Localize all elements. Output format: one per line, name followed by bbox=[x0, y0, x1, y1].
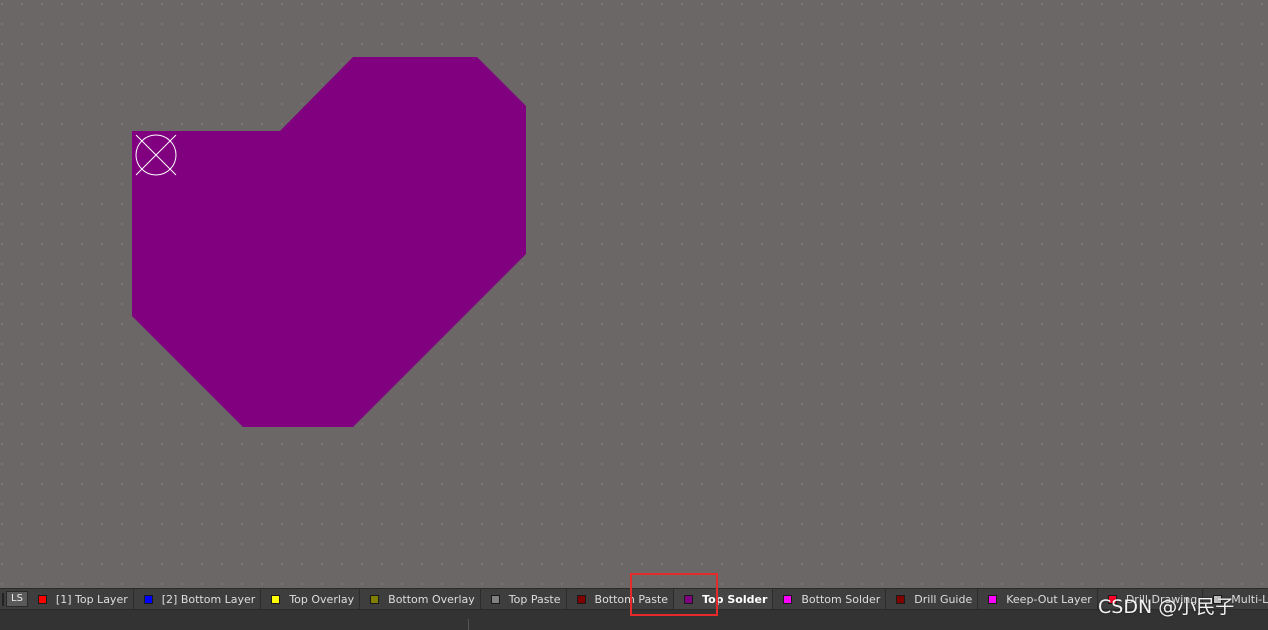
current-layer-color-swatch[interactable] bbox=[2, 592, 4, 606]
layer-color-swatch bbox=[783, 594, 793, 604]
pcb-canvas[interactable] bbox=[0, 0, 1268, 588]
layer-color-swatch bbox=[490, 594, 500, 604]
watermark: CSDN @小民子 bbox=[1098, 596, 1235, 618]
layer-tab-label: Bottom Paste bbox=[594, 592, 669, 606]
layer-tab-label: Keep-Out Layer bbox=[1006, 592, 1092, 606]
status-strip bbox=[0, 609, 1268, 630]
layer-color-swatch bbox=[143, 594, 153, 604]
layer-tab-2-bottom-layer[interactable]: [2] Bottom Layer bbox=[134, 589, 262, 609]
layer-tabs: [1] Top Layer [2] Bottom Layer Top Overlay… bbox=[28, 589, 1268, 609]
layer-tab-bottom-overlay[interactable]: Bottom Overlay bbox=[360, 589, 481, 609]
layer-tab-top-overlay[interactable]: Top Overlay bbox=[261, 589, 361, 609]
layer-tab-top-solder[interactable]: Top Solder bbox=[674, 589, 774, 609]
layer-tab-bottom-paste[interactable]: Bottom Paste bbox=[567, 589, 675, 609]
layer-color-swatch bbox=[37, 594, 47, 604]
layer-color-swatch bbox=[576, 594, 586, 604]
layer-tab-label: [2] Bottom Layer bbox=[161, 592, 256, 606]
layer-tab-label: Top Overlay bbox=[289, 592, 355, 606]
layer-color-swatch bbox=[684, 594, 694, 604]
layer-tab-1-top-layer[interactable]: [1] Top Layer bbox=[28, 589, 134, 609]
pcb-drawing bbox=[132, 57, 526, 427]
layer-tab-label: Top Paste bbox=[508, 592, 561, 606]
layer-tab-bottom-solder[interactable]: Bottom Solder bbox=[773, 589, 887, 609]
layer-set-button[interactable]: LS bbox=[6, 591, 28, 607]
layer-tab-drill-guide[interactable]: Drill Guide bbox=[886, 589, 979, 609]
status-divider bbox=[468, 619, 469, 630]
layer-tab-top-paste[interactable]: Top Paste bbox=[481, 589, 567, 609]
layer-color-swatch bbox=[896, 594, 906, 604]
layer-tab-label: Multi-Layer bbox=[1231, 592, 1268, 606]
layer-tab-label: Bottom Solder bbox=[801, 592, 881, 606]
layer-color-swatch bbox=[271, 594, 281, 604]
layer-tab-keep-out-layer[interactable]: Keep-Out Layer bbox=[978, 589, 1098, 609]
layer-tab-label: Drill Guide bbox=[914, 592, 973, 606]
layer-tab-label: Top Solder bbox=[702, 592, 768, 606]
layer-tab-label: Bottom Overlay bbox=[388, 592, 475, 606]
layer-color-swatch bbox=[988, 594, 998, 604]
layer-tab-bar: LS [1] Top Layer [2] Bottom Layer Top Over… bbox=[0, 588, 1268, 609]
layer-tab-label: [1] Top Layer bbox=[55, 592, 128, 606]
layer-color-swatch bbox=[370, 594, 380, 604]
board-polygon[interactable] bbox=[132, 57, 526, 427]
